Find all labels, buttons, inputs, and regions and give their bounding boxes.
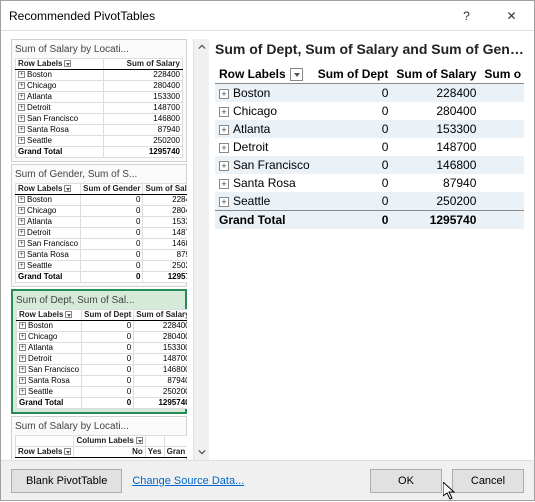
thumbnail-list: Sum of Salary by Locati... Row Labels Su… (11, 39, 187, 460)
thumbnail-item-selected[interactable]: Sum of Dept, Sum of Sal... Row Labels Su… (11, 289, 187, 414)
table-row: +Boston0228400 (215, 84, 524, 103)
expand-icon[interactable]: + (219, 143, 229, 153)
change-source-data-link[interactable]: Change Source Data... (132, 475, 244, 487)
close-button[interactable]: ✕ (489, 1, 534, 30)
blank-pivottable-button[interactable]: Blank PivotTable (11, 469, 122, 493)
thumbnail-table: Row Labels Sum of Dept Sum of Salary S +… (16, 309, 187, 409)
preview-table: Row Labels Sum of Dept Sum of Salary Sum… (215, 65, 524, 229)
preview-pane: Sum of Dept, Sum of Salary and Sum of Ge… (215, 39, 524, 460)
thumbnail-title: Sum of Salary by Locati... (15, 419, 183, 435)
thumbnail-item[interactable]: Sum of Salary by Locati... Column Labels… (11, 416, 187, 460)
table-row: +Atlanta0153300 (215, 120, 524, 138)
table-row: +Detroit0148700 (215, 138, 524, 156)
col-rowlabels[interactable]: Row Labels (215, 65, 314, 84)
scroll-up-icon[interactable] (196, 41, 208, 53)
expand-icon[interactable]: + (219, 125, 229, 135)
col-dept: Sum of Dept (314, 65, 393, 84)
thumbnail-table: Row Labels Sum of Gender Sum of Salary +… (15, 183, 187, 283)
thumbnail-table: Row Labels Sum of Salary +Boston228400 +… (15, 58, 183, 158)
preview-title: Sum of Dept, Sum of Salary and Sum of Ge… (215, 39, 524, 65)
dropdown-icon[interactable] (290, 68, 303, 81)
expand-icon[interactable]: + (219, 161, 229, 171)
table-header-row: Row Labels Sum of Dept Sum of Salary Sum… (215, 65, 524, 84)
help-button[interactable]: ? (444, 1, 489, 30)
cancel-button[interactable]: Cancel (452, 469, 524, 493)
col-extra: Sum o (480, 65, 524, 84)
table-row: +Seattle0250200 (215, 192, 524, 211)
thumbnail-title: Sum of Salary by Locati... (15, 42, 183, 58)
close-icon: ✕ (506, 9, 516, 23)
ok-button[interactable]: OK (370, 469, 442, 493)
thumbnail-title: Sum of Gender, Sum of S... (15, 167, 183, 183)
content-area: Sum of Salary by Locati... Row Labels Su… (1, 31, 534, 460)
dialog-recommended-pivottables: Recommended PivotTables ? ✕ Sum of Salar… (0, 0, 535, 501)
footer: Blank PivotTable Change Source Data... O… (1, 460, 534, 500)
expand-icon[interactable]: + (219, 107, 229, 117)
scroll-down-icon[interactable] (196, 446, 208, 458)
titlebar: Recommended PivotTables ? ✕ (1, 1, 534, 31)
thumbnail-scrollbar[interactable] (193, 39, 209, 460)
expand-icon[interactable]: + (219, 89, 229, 99)
col-salary: Sum of Salary (392, 65, 480, 84)
thumbnail-table: Column Labels Row LabelsNoYesGran (15, 435, 187, 458)
thumbnail-item[interactable]: Sum of Salary by Locati... Row Labels Su… (11, 39, 187, 162)
help-icon: ? (463, 9, 470, 23)
table-row: +Santa Rosa087940 (215, 174, 524, 192)
thumbnail-title: Sum of Dept, Sum of Sal... (16, 293, 182, 309)
table-row: +San Francisco0146800 (215, 156, 524, 174)
expand-icon[interactable]: + (219, 197, 229, 207)
expand-icon: + (18, 71, 25, 78)
window-title: Recommended PivotTables (9, 9, 444, 23)
dropdown-icon (64, 60, 71, 67)
expand-icon[interactable]: + (219, 179, 229, 189)
table-row: +Chicago0280400 (215, 102, 524, 120)
thumbnail-item[interactable]: Sum of Gender, Sum of S... Row Labels Su… (11, 164, 187, 287)
grand-total-row: Grand Total01295740 (215, 211, 524, 230)
